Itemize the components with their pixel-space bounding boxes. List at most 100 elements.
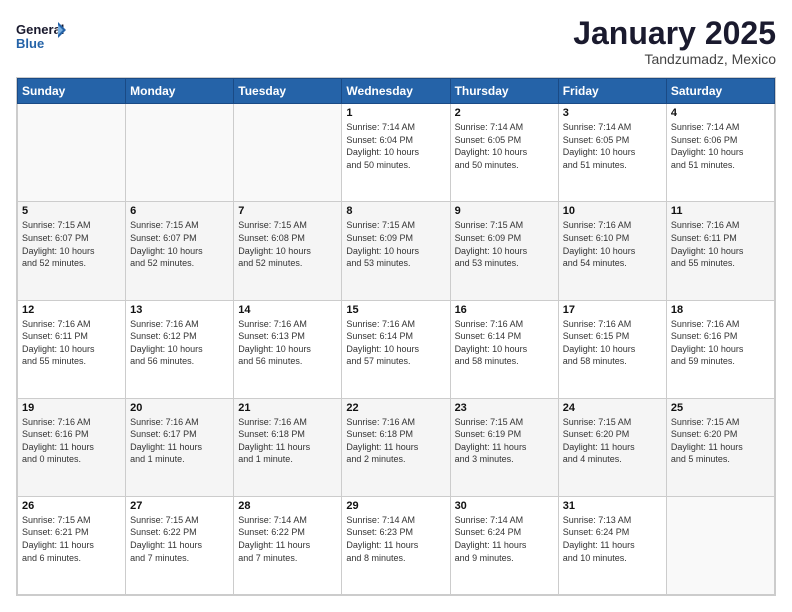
table-row: 18Sunrise: 7:16 AM Sunset: 6:16 PM Dayli… bbox=[666, 300, 774, 398]
day-info: Sunrise: 7:16 AM Sunset: 6:18 PM Dayligh… bbox=[238, 416, 337, 466]
day-number: 28 bbox=[238, 500, 337, 512]
week-row-1: 1 Sunrise: 7:14 AM Sunset: 6:04 PM Daylig… bbox=[18, 104, 775, 202]
day-number: 6 bbox=[130, 205, 229, 217]
day-number: 22 bbox=[346, 402, 445, 414]
day-number: 8 bbox=[346, 205, 445, 217]
day-info: Sunrise: 7:15 AM Sunset: 6:09 PM Dayligh… bbox=[346, 219, 445, 269]
header-wednesday: Wednesday bbox=[342, 79, 450, 104]
table-row: 29 Sunrise: 7:14 AM Sunset: 6:23 PM Dayli… bbox=[342, 496, 450, 594]
day-number: 7 bbox=[238, 205, 337, 217]
day-number: 12 bbox=[22, 304, 121, 316]
svg-text:General: General bbox=[16, 22, 64, 37]
title-section: January 2025 Tandzumadz, Mexico bbox=[573, 16, 776, 67]
day-number: 20 bbox=[130, 402, 229, 414]
day-number: 26 bbox=[22, 500, 121, 512]
table-row: 8 Sunrise: 7:15 AM Sunset: 6:09 PM Daylig… bbox=[342, 202, 450, 300]
days-header-row: Sunday Monday Tuesday Wednesday Thursday… bbox=[18, 79, 775, 104]
day-info: Sunrise: 7:14 AM Sunset: 6:04 PM Dayligh… bbox=[346, 121, 445, 171]
table-row: 4 Sunrise: 7:14 AM Sunset: 6:06 PM Daylig… bbox=[666, 104, 774, 202]
table-row: 3 Sunrise: 7:14 AM Sunset: 6:05 PM Daylig… bbox=[558, 104, 666, 202]
day-number: 4 bbox=[671, 107, 770, 119]
day-info: Sunrise: 7:16 AM Sunset: 6:15 PM Dayligh… bbox=[563, 318, 662, 368]
day-info: Sunrise: 7:15 AM Sunset: 6:20 PM Dayligh… bbox=[671, 416, 770, 466]
day-number: 16 bbox=[455, 304, 554, 316]
header-sunday: Sunday bbox=[18, 79, 126, 104]
week-row-5: 26Sunrise: 7:15 AM Sunset: 6:21 PM Dayli… bbox=[18, 496, 775, 594]
table-row bbox=[126, 104, 234, 202]
day-info: Sunrise: 7:14 AM Sunset: 6:05 PM Dayligh… bbox=[455, 121, 554, 171]
logo: General Blue bbox=[16, 16, 66, 60]
day-number: 2 bbox=[455, 107, 554, 119]
header-monday: Monday bbox=[126, 79, 234, 104]
table-row: 17Sunrise: 7:16 AM Sunset: 6:15 PM Dayli… bbox=[558, 300, 666, 398]
table-row: 11 Sunrise: 7:16 AM Sunset: 6:11 PM Dayli… bbox=[666, 202, 774, 300]
day-number: 13 bbox=[130, 304, 229, 316]
logo-svg: General Blue bbox=[16, 16, 66, 60]
day-number: 19 bbox=[22, 402, 121, 414]
day-info: Sunrise: 7:16 AM Sunset: 6:11 PM Dayligh… bbox=[671, 219, 770, 269]
table-row: 23 Sunrise: 7:15 AM Sunset: 6:19 PM Dayli… bbox=[450, 398, 558, 496]
day-info: Sunrise: 7:13 AM Sunset: 6:24 PM Dayligh… bbox=[563, 514, 662, 564]
day-number: 3 bbox=[563, 107, 662, 119]
day-number: 1 bbox=[346, 107, 445, 119]
svg-text:Blue: Blue bbox=[16, 36, 44, 51]
day-info: Sunrise: 7:16 AM Sunset: 6:14 PM Dayligh… bbox=[346, 318, 445, 368]
week-row-4: 19 Sunrise: 7:16 AM Sunset: 6:16 PM Dayli… bbox=[18, 398, 775, 496]
table-row: 7 Sunrise: 7:15 AM Sunset: 6:08 PM Daylig… bbox=[234, 202, 342, 300]
table-row: 31 Sunrise: 7:13 AM Sunset: 6:24 PM Dayli… bbox=[558, 496, 666, 594]
table-row: 1 Sunrise: 7:14 AM Sunset: 6:04 PM Daylig… bbox=[342, 104, 450, 202]
table-row: 5Sunrise: 7:15 AM Sunset: 6:07 PM Daylig… bbox=[18, 202, 126, 300]
day-info: Sunrise: 7:16 AM Sunset: 6:13 PM Dayligh… bbox=[238, 318, 337, 368]
day-info: Sunrise: 7:15 AM Sunset: 6:19 PM Dayligh… bbox=[455, 416, 554, 466]
day-info: Sunrise: 7:14 AM Sunset: 6:23 PM Dayligh… bbox=[346, 514, 445, 564]
day-info: Sunrise: 7:16 AM Sunset: 6:17 PM Dayligh… bbox=[130, 416, 229, 466]
day-info: Sunrise: 7:14 AM Sunset: 6:05 PM Dayligh… bbox=[563, 121, 662, 171]
table-row: 2 Sunrise: 7:14 AM Sunset: 6:05 PM Daylig… bbox=[450, 104, 558, 202]
table-row: 14Sunrise: 7:16 AM Sunset: 6:13 PM Dayli… bbox=[234, 300, 342, 398]
header-tuesday: Tuesday bbox=[234, 79, 342, 104]
day-info: Sunrise: 7:15 AM Sunset: 6:20 PM Dayligh… bbox=[563, 416, 662, 466]
week-row-3: 12 Sunrise: 7:16 AM Sunset: 6:11 PM Dayli… bbox=[18, 300, 775, 398]
day-number: 25 bbox=[671, 402, 770, 414]
day-number: 30 bbox=[455, 500, 554, 512]
table-row: 21 Sunrise: 7:16 AM Sunset: 6:18 PM Dayli… bbox=[234, 398, 342, 496]
day-number: 11 bbox=[671, 205, 770, 217]
table-row: 13Sunrise: 7:16 AM Sunset: 6:12 PM Dayli… bbox=[126, 300, 234, 398]
table-row: 12 Sunrise: 7:16 AM Sunset: 6:11 PM Dayli… bbox=[18, 300, 126, 398]
day-info: Sunrise: 7:15 AM Sunset: 6:07 PM Dayligh… bbox=[22, 219, 121, 269]
day-number: 23 bbox=[455, 402, 554, 414]
table-row: 16 Sunrise: 7:16 AM Sunset: 6:14 PM Dayli… bbox=[450, 300, 558, 398]
day-info: Sunrise: 7:15 AM Sunset: 6:09 PM Dayligh… bbox=[455, 219, 554, 269]
table-row: 30Sunrise: 7:14 AM Sunset: 6:24 PM Dayli… bbox=[450, 496, 558, 594]
calendar: Sunday Monday Tuesday Wednesday Thursday… bbox=[16, 77, 776, 596]
header-friday: Friday bbox=[558, 79, 666, 104]
day-number: 10 bbox=[563, 205, 662, 217]
day-number: 31 bbox=[563, 500, 662, 512]
day-number: 9 bbox=[455, 205, 554, 217]
month-title: January 2025 bbox=[573, 16, 776, 51]
day-info: Sunrise: 7:16 AM Sunset: 6:10 PM Dayligh… bbox=[563, 219, 662, 269]
table-row: 24 Sunrise: 7:15 AM Sunset: 6:20 PM Dayli… bbox=[558, 398, 666, 496]
table-row bbox=[666, 496, 774, 594]
day-info: Sunrise: 7:16 AM Sunset: 6:18 PM Dayligh… bbox=[346, 416, 445, 466]
table-row: 6 Sunrise: 7:15 AM Sunset: 6:07 PM Daylig… bbox=[126, 202, 234, 300]
day-info: Sunrise: 7:15 AM Sunset: 6:08 PM Dayligh… bbox=[238, 219, 337, 269]
week-row-2: 5Sunrise: 7:15 AM Sunset: 6:07 PM Daylig… bbox=[18, 202, 775, 300]
day-number: 21 bbox=[238, 402, 337, 414]
day-info: Sunrise: 7:16 AM Sunset: 6:11 PM Dayligh… bbox=[22, 318, 121, 368]
table-row: 10 Sunrise: 7:16 AM Sunset: 6:10 PM Dayli… bbox=[558, 202, 666, 300]
day-info: Sunrise: 7:15 AM Sunset: 6:07 PM Dayligh… bbox=[130, 219, 229, 269]
day-info: Sunrise: 7:16 AM Sunset: 6:16 PM Dayligh… bbox=[22, 416, 121, 466]
day-info: Sunrise: 7:16 AM Sunset: 6:14 PM Dayligh… bbox=[455, 318, 554, 368]
day-info: Sunrise: 7:14 AM Sunset: 6:22 PM Dayligh… bbox=[238, 514, 337, 564]
table-row: 20 Sunrise: 7:16 AM Sunset: 6:17 PM Dayli… bbox=[126, 398, 234, 496]
table-row: 22 Sunrise: 7:16 AM Sunset: 6:18 PM Dayli… bbox=[342, 398, 450, 496]
page: General Blue January 2025 Tandzumadz, Me… bbox=[0, 0, 792, 612]
day-number: 24 bbox=[563, 402, 662, 414]
table-row: 15 Sunrise: 7:16 AM Sunset: 6:14 PM Dayli… bbox=[342, 300, 450, 398]
day-info: Sunrise: 7:16 AM Sunset: 6:16 PM Dayligh… bbox=[671, 318, 770, 368]
day-info: Sunrise: 7:14 AM Sunset: 6:06 PM Dayligh… bbox=[671, 121, 770, 171]
day-number: 27 bbox=[130, 500, 229, 512]
day-number: 15 bbox=[346, 304, 445, 316]
day-number: 29 bbox=[346, 500, 445, 512]
